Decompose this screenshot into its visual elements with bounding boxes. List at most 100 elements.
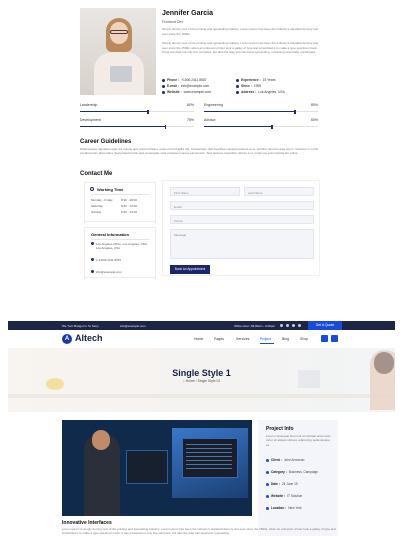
altech-logo-icon[interactable]: A xyxy=(62,334,72,344)
email-field[interactable]: Email xyxy=(170,201,314,210)
nav-project[interactable]: Project xyxy=(260,337,271,341)
info-client: Client : John Armando xyxy=(266,458,304,462)
nav-home[interactable]: Home xyxy=(194,337,203,341)
phone-icon xyxy=(162,78,165,82)
topbar-email[interactable]: info@example.com xyxy=(120,324,146,328)
contact-address-label: Address : xyxy=(241,90,257,94)
nav-pages[interactable]: Pages xyxy=(214,337,224,341)
project-info-panel: Project Info Lorem consequat lorem sit a… xyxy=(258,420,338,536)
nav-services[interactable]: Services xyxy=(236,337,249,341)
skill-fill xyxy=(80,126,166,127)
last-name-field[interactable]: Last Name xyxy=(244,187,314,196)
cart-icon[interactable] xyxy=(331,335,338,342)
breadcrumb-separator: / xyxy=(195,379,197,383)
career-title: Career Guidelines xyxy=(80,139,132,145)
twitter-icon[interactable] xyxy=(286,324,289,327)
globe-icon xyxy=(266,494,269,498)
profile-contact-details: Phone : +1006 2411 8567 Experience :15 Ye… xyxy=(162,78,322,96)
book-appointment-button[interactable]: Book An Appointment xyxy=(170,265,210,274)
hours-day: Saturday xyxy=(91,204,104,208)
contact-address-value: Los Angeles, USA xyxy=(258,90,285,94)
info-date: Date :24 June 19 xyxy=(266,482,298,486)
calendar-icon xyxy=(236,84,239,88)
breadcrumb: ⌂ Home / Single Style 01 xyxy=(8,379,395,383)
facebook-icon[interactable] xyxy=(280,324,283,327)
image-person-head xyxy=(92,430,110,450)
location-icon xyxy=(236,90,239,94)
profile-photo xyxy=(80,8,156,95)
clock-icon xyxy=(90,187,94,191)
hours-time: 8:30 - 13:00 xyxy=(120,210,137,214)
info-client-label: Client : xyxy=(271,458,282,462)
divider xyxy=(91,194,149,195)
first-name-field[interactable]: First Name xyxy=(170,187,240,196)
hours-day: Sunday xyxy=(91,210,102,214)
nav-blog[interactable]: Blog xyxy=(282,337,289,341)
innovative-interfaces-text: Lorem ipsum is simply dummy text of the … xyxy=(62,527,336,536)
info-category-value: Business, Campaign xyxy=(288,470,318,474)
info-location-label: Location : xyxy=(271,506,287,510)
photo-laptop xyxy=(110,66,132,82)
general-info-phone: (+1)006 2411 8567 xyxy=(91,258,153,262)
project-info-description: Lorem consequat lorem sit at volutpat ac… xyxy=(266,434,331,447)
contact-email[interactable]: E-mail : info@example.com xyxy=(162,84,209,88)
skill-development: Development 75% xyxy=(80,118,194,132)
career-text: Pellentesque dignissim eget dui mauris q… xyxy=(80,147,319,156)
contact-website-value[interactable]: www.example.com xyxy=(184,90,211,94)
hours-time: 8:30 - 13:00 xyxy=(120,204,137,208)
contact-email-value[interactable]: info@example.com xyxy=(181,84,209,88)
info-date-value: 24 June 19 xyxy=(281,482,298,486)
experience-icon xyxy=(236,78,239,82)
main-navbar: A Altech Home Pages Services Project Blo… xyxy=(8,330,395,348)
profile-bio-short: Simply dummy text of the printing and ty… xyxy=(162,27,319,36)
info-website-value[interactable]: IT Solution xyxy=(287,494,302,498)
general-info-address: Los Angeles Office, Los Angeles, USA, Lo… xyxy=(91,242,153,250)
skill-label: Leadership xyxy=(80,103,98,107)
nav-shop[interactable]: Shop xyxy=(300,337,308,341)
hours-day: Monday - Friday xyxy=(91,198,113,202)
skill-percent: 75% xyxy=(186,118,194,122)
top-bar: We Turn Budget In To Story info@example.… xyxy=(8,321,395,330)
contact-website-label: Website : xyxy=(167,90,182,94)
search-icon[interactable] xyxy=(321,335,328,342)
general-info-phone-value: (+1)006 2411 8567 xyxy=(96,258,122,262)
instagram-icon[interactable] xyxy=(292,324,295,327)
contact-me-title: Contact Me xyxy=(80,171,113,177)
linkedin-icon[interactable] xyxy=(298,324,301,327)
skill-advisor: Advisor 60% xyxy=(204,118,318,132)
skill-percent: 60% xyxy=(310,118,318,122)
calendar-icon xyxy=(266,482,269,486)
message-field[interactable]: Message xyxy=(170,229,314,259)
image-monitor-secondary xyxy=(126,450,168,484)
info-date-label: Date : xyxy=(271,482,280,486)
skill-percent: 60% xyxy=(186,103,194,107)
breadcrumb-home[interactable]: Home xyxy=(186,379,195,383)
breadcrumb-current: Single Style 01 xyxy=(197,379,221,383)
nav-active-indicator xyxy=(260,343,274,344)
info-website-label: Website : xyxy=(271,494,286,498)
image-code-lines xyxy=(186,444,232,472)
phone-field[interactable]: Phone xyxy=(170,215,314,224)
page-hero: Single Style 1 ⌂ Home / Single Style 01 xyxy=(8,348,395,412)
altech-logo[interactable]: Altech xyxy=(75,333,103,343)
info-location: Location : New York xyxy=(266,506,302,510)
contact-address: Address : Los Angeles, USA xyxy=(236,90,285,94)
info-category: Category : Business, Campaign xyxy=(266,470,318,474)
topbar-tagline: We Turn Budget In To Story xyxy=(62,324,99,328)
user-icon xyxy=(266,458,269,462)
general-info-email[interactable]: info@example.com xyxy=(91,270,153,274)
contact-website[interactable]: Website : www.example.com xyxy=(162,90,211,94)
project-info-title: Project Info xyxy=(266,426,294,432)
skill-label: Development xyxy=(80,118,101,122)
topbar-hours: Office Hour: 09:00am - 6:00pm xyxy=(234,324,276,328)
hours-time: 8:30 - 18:00 xyxy=(120,198,137,202)
profile-name: Jennifer Garcia xyxy=(162,10,213,17)
get-a-quote-button[interactable]: Get A Quote xyxy=(308,321,342,330)
contact-experience-value: 15 Years xyxy=(262,78,276,82)
globe-icon xyxy=(162,90,165,94)
skill-knob xyxy=(294,109,296,114)
info-category-label: Category : xyxy=(271,470,287,474)
general-info-email-value[interactable]: info@example.com xyxy=(96,270,122,274)
page-title: Single Style 1 xyxy=(172,368,231,378)
skill-label: Engineering xyxy=(204,103,223,107)
